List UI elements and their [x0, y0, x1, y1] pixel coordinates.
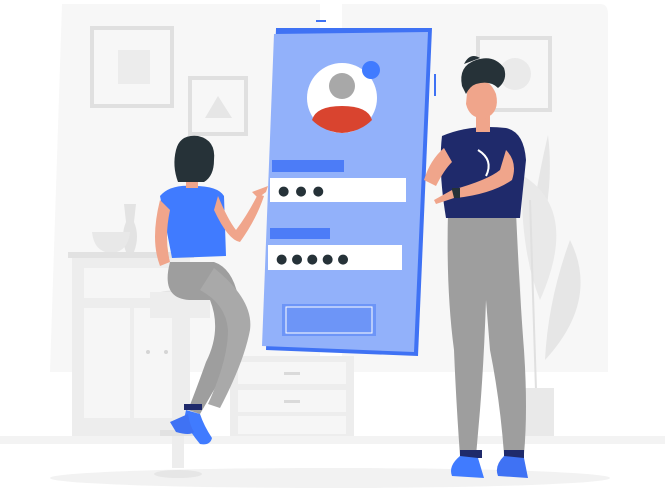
drawer-handle [284, 400, 300, 403]
man-shoe [496, 456, 528, 478]
phone-side-button [434, 74, 436, 96]
man-shoe [451, 456, 484, 478]
woman-hair [174, 135, 215, 182]
cabinet-door-left [84, 308, 130, 418]
submit-button[interactable] [282, 304, 376, 336]
cabinet-knob [164, 350, 168, 354]
cabinet-knob [146, 350, 150, 354]
password-label-bar [270, 228, 330, 239]
username-mask: ●●● [278, 184, 330, 199]
status-dot-icon [362, 61, 380, 79]
username-label-bar [272, 160, 344, 172]
floor [0, 436, 665, 444]
phone-speaker [316, 20, 326, 22]
woman-sock [184, 404, 202, 410]
phone: ●●● ●●●●● [262, 20, 436, 356]
dresser-drawer-3 [238, 416, 346, 434]
wall-frame-left-inner [118, 50, 150, 84]
avatar-head-icon [329, 73, 355, 99]
drawer-handle [284, 372, 300, 375]
login-illustration: ●●● ●●●●● [0, 4, 665, 488]
password-mask: ●●●●● [276, 252, 353, 267]
